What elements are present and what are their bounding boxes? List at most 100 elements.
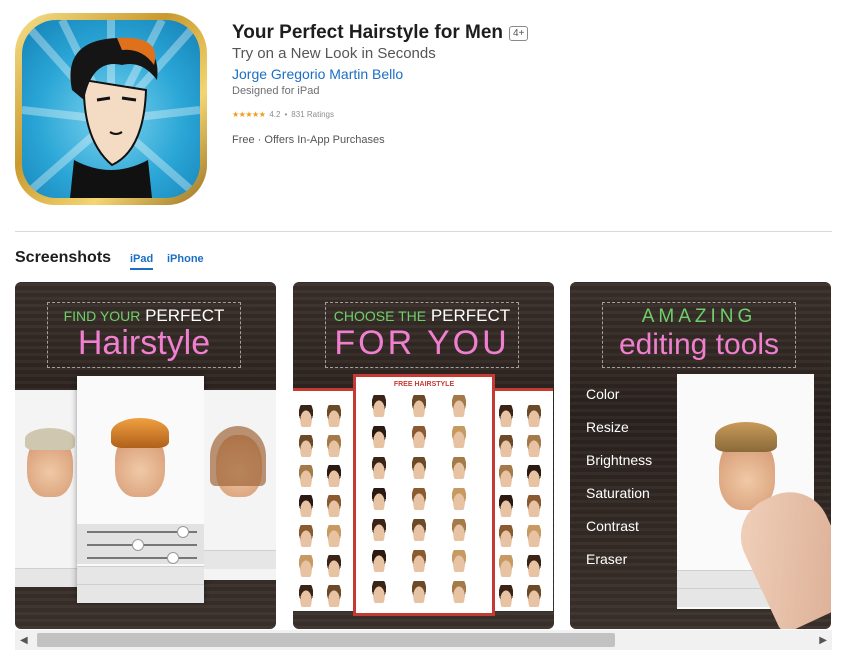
tool-saturation: Saturation [586, 485, 650, 501]
hairstyle-thumbnail[interactable] [297, 585, 315, 607]
hair-shape [715, 422, 777, 452]
hairstyle-thumbnail[interactable] [297, 435, 315, 457]
hairstyle-thumbnail[interactable] [410, 488, 428, 510]
headline-small: FIND YOUR [63, 308, 141, 324]
hairstyle-grid: FREE HAIRSTYLE [353, 374, 495, 616]
hairstyle-thumbnail[interactable] [410, 426, 428, 448]
hairstyle-thumbnail[interactable] [525, 585, 543, 607]
hairstyle-thumbnail[interactable] [370, 395, 388, 417]
rating-separator: • [284, 110, 288, 119]
slider-knob[interactable] [177, 526, 189, 538]
hairstyle-thumbnail[interactable] [370, 488, 388, 510]
hairstyle-thumbnail[interactable] [450, 488, 468, 510]
hairstyle-thumbnail[interactable] [450, 581, 468, 603]
hairstyle-thumbnail[interactable] [297, 555, 315, 577]
hairstyle-thumbnail[interactable] [525, 465, 543, 487]
title-row: Your Perfect Hairstyle for Men 4+ [232, 22, 529, 44]
toolbar [15, 568, 77, 587]
hairstyle-thumbnail[interactable] [497, 405, 515, 427]
hairstyle-thumbnail[interactable] [497, 525, 515, 547]
hairstyle-list-right [493, 388, 553, 611]
app-subtitle: Try on a New Look in Seconds [232, 45, 436, 62]
slider-size[interactable] [87, 539, 197, 551]
tool-contrast: Contrast [586, 518, 639, 534]
hair-shape [25, 428, 75, 450]
designed-for-label: Designed for iPad [232, 85, 320, 97]
hairstyle-thumbnail[interactable] [497, 495, 515, 517]
hairstyle-thumbnail[interactable] [410, 457, 428, 479]
hairstyle-thumbnail[interactable] [450, 457, 468, 479]
headline-big: PERFECT [430, 306, 511, 325]
horizontal-scrollbar[interactable]: ◀ ▶ [15, 630, 832, 650]
toolbar [204, 550, 276, 569]
hairstyle-thumbnail[interactable] [297, 495, 315, 517]
headline-small: CHOOSE THE [333, 308, 427, 324]
headline-main: Hairstyle [77, 324, 211, 362]
headline-box: CHOOSE THE PERFECT FOR YOU [325, 302, 519, 368]
scroll-right-arrow-icon[interactable]: ▶ [819, 635, 827, 646]
tab-ipad[interactable]: iPad [130, 253, 154, 270]
hairstyle-thumbnail[interactable] [370, 519, 388, 541]
hairstyle-thumbnail[interactable] [325, 525, 343, 547]
hairstyle-thumbnail[interactable] [325, 405, 343, 427]
tools-list: Color Resize Brightness Saturation Contr… [586, 386, 652, 584]
editor-panel [77, 376, 204, 603]
hairstyle-thumbnail[interactable] [497, 555, 515, 577]
hairstyle-thumbnail[interactable] [497, 435, 515, 457]
hairstyle-thumbnail[interactable] [325, 465, 343, 487]
hairstyle-thumbnail[interactable] [497, 465, 515, 487]
developer-link[interactable]: Jorge Gregorio Martin Bello [232, 66, 403, 82]
section-divider [15, 231, 832, 232]
hairstyle-thumbnail[interactable] [325, 555, 343, 577]
headline-main: FOR YOU [334, 324, 510, 362]
hairstyle-thumbnail[interactable] [525, 525, 543, 547]
hairstyle-thumbnail[interactable] [370, 457, 388, 479]
toolbar [77, 566, 204, 585]
hairstyle-thumbnail[interactable] [450, 426, 468, 448]
man-portrait-icon [22, 20, 200, 198]
hairstyle-thumbnail[interactable] [525, 555, 543, 577]
hairstyle-thumbnail[interactable] [410, 581, 428, 603]
hairstyle-thumbnail[interactable] [450, 550, 468, 572]
hairstyle-thumbnail[interactable] [297, 465, 315, 487]
tool-eraser: Eraser [586, 551, 628, 567]
hairstyle-thumbnail[interactable] [525, 435, 543, 457]
side-panel-right [204, 390, 276, 580]
slider-knob[interactable] [167, 552, 179, 564]
toolbar [77, 584, 204, 603]
hairstyle-thumbnail[interactable] [297, 405, 315, 427]
scroll-left-arrow-icon[interactable]: ◀ [20, 635, 28, 646]
scrollbar-thumb[interactable] [37, 633, 615, 647]
headline-big: PERFECT [145, 306, 225, 325]
tool-resize: Resize [586, 419, 629, 435]
hairstyle-thumbnail[interactable] [410, 550, 428, 572]
tab-iphone[interactable]: iPhone [167, 253, 204, 265]
hairstyle-thumbnail[interactable] [525, 495, 543, 517]
app-icon [15, 13, 207, 205]
slider-brightness[interactable] [87, 552, 197, 564]
grid-title: FREE HAIRSTYLE [393, 381, 455, 388]
hairstyle-thumbnail[interactable] [370, 550, 388, 572]
star-rating-icon: ★★★★★ [232, 110, 266, 119]
hairstyle-thumbnail[interactable] [450, 519, 468, 541]
hairstyle-thumbnail[interactable] [325, 435, 343, 457]
hairstyle-thumbnail[interactable] [325, 495, 343, 517]
slider-panel [77, 524, 204, 564]
hairstyle-thumbnail[interactable] [410, 395, 428, 417]
screenshot-card-2[interactable]: CHOOSE THE PERFECT FOR YOU FREE HAIRSTYL… [293, 282, 554, 629]
rating-row: ★★★★★ 4.2 • 831 Ratings [232, 110, 334, 119]
hairstyle-thumbnail[interactable] [497, 585, 515, 607]
screenshot-card-1[interactable]: FIND YOUR PERFECT Hairstyle [15, 282, 276, 629]
slider-knob[interactable] [132, 539, 144, 551]
screenshot-card-3[interactable]: AMAZING editing tools Color Resize Brigh… [570, 282, 831, 629]
slider-hue[interactable] [87, 526, 197, 538]
hairstyle-thumbnail[interactable] [410, 519, 428, 541]
screenshots-heading: Screenshots [15, 249, 112, 266]
hairstyle-thumbnail[interactable] [370, 426, 388, 448]
hairstyle-thumbnail[interactable] [450, 395, 468, 417]
hairstyle-thumbnail[interactable] [525, 405, 543, 427]
hairstyle-thumbnail[interactable] [370, 581, 388, 603]
hairstyle-thumbnail[interactable] [297, 525, 315, 547]
ratings-count: 831 Ratings [291, 110, 334, 119]
hairstyle-thumbnail[interactable] [325, 585, 343, 607]
